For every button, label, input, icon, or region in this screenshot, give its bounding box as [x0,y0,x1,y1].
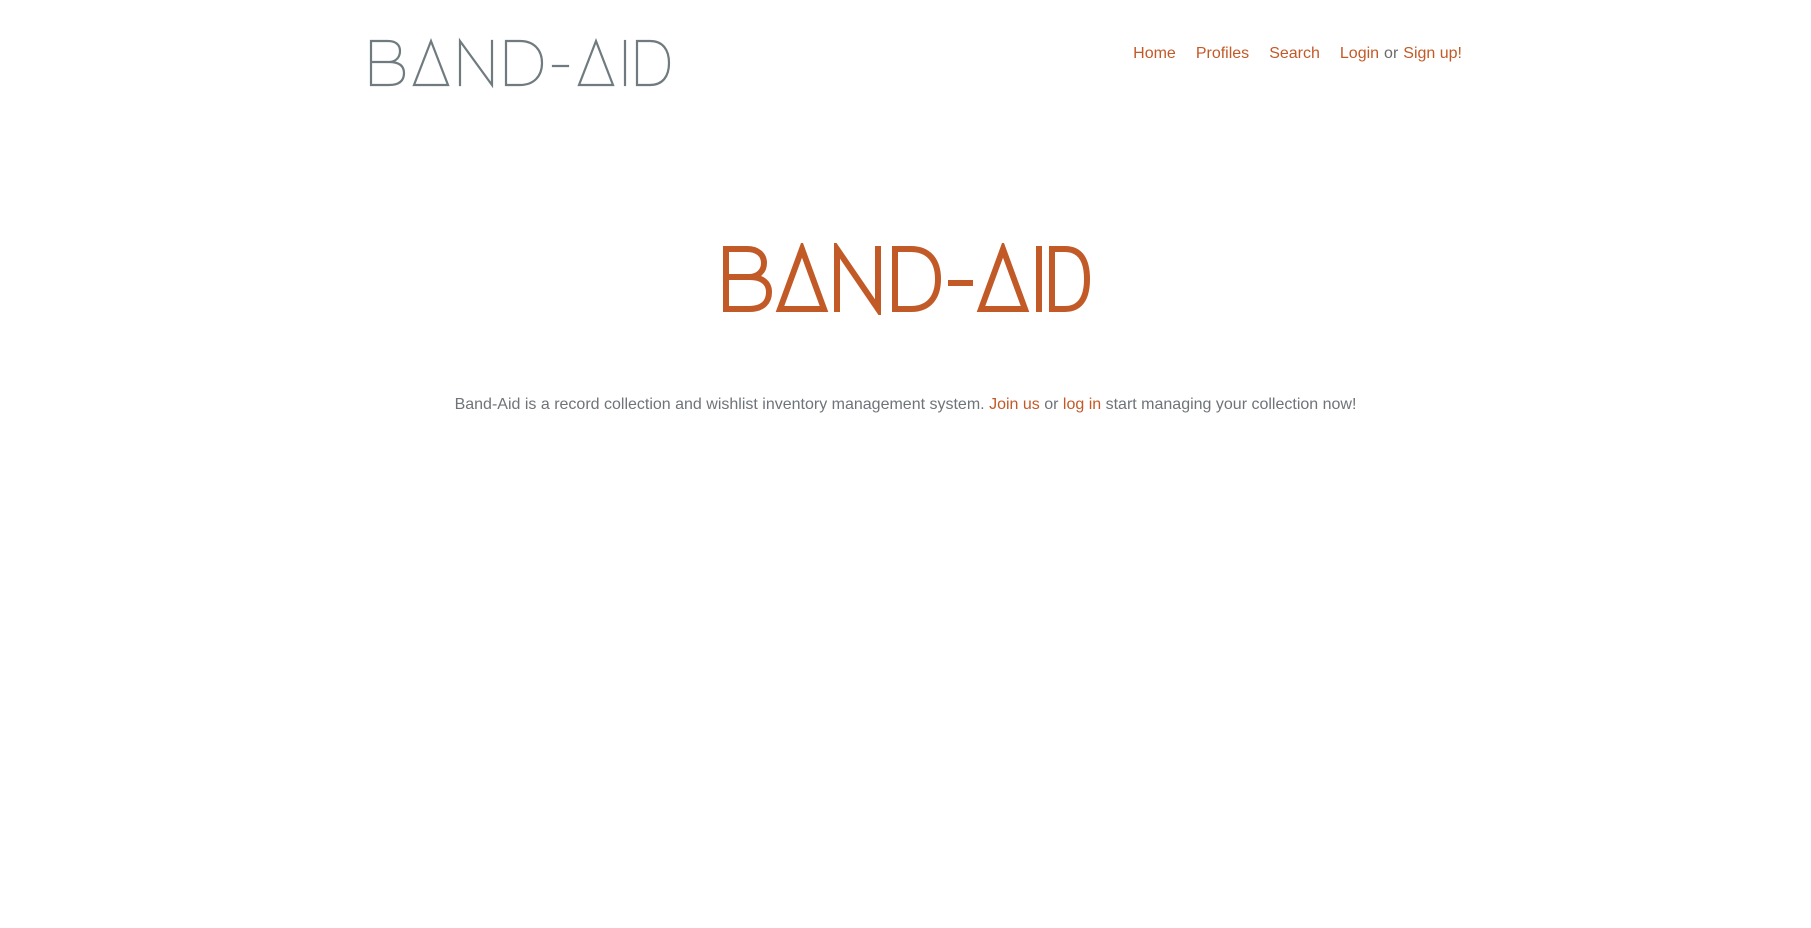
hero-section [0,243,1811,315]
header-logo[interactable] [369,37,671,89]
log-in-link[interactable]: log in [1063,396,1101,413]
hero-logo [722,243,1090,315]
site-header: Home Profiles Search Login or Sign up! [0,0,1811,110]
page: Home Profiles Search Login or Sign up! B… [0,0,1811,928]
intro-description: Band-Aid is a record collection and wish… [454,396,985,413]
join-us-link[interactable]: Join us [989,396,1040,413]
nav-profiles-link[interactable]: Profiles [1196,42,1249,66]
nav-or-text: or [1384,45,1399,62]
intro-tagline: Band-Aid is a record collection and wish… [0,393,1811,417]
nav-search-link[interactable]: Search [1269,42,1320,66]
intro-or-text: or [1044,396,1059,413]
main-navigation: Home Profiles Search Login or Sign up! [1133,42,1462,66]
auth-links: Login or Sign up! [1340,42,1462,66]
nav-home-link[interactable]: Home [1133,42,1176,66]
nav-signup-link[interactable]: Sign up! [1403,42,1462,66]
nav-login-link[interactable]: Login [1340,42,1379,66]
intro-tail-text: start managing your collection now! [1105,396,1357,413]
